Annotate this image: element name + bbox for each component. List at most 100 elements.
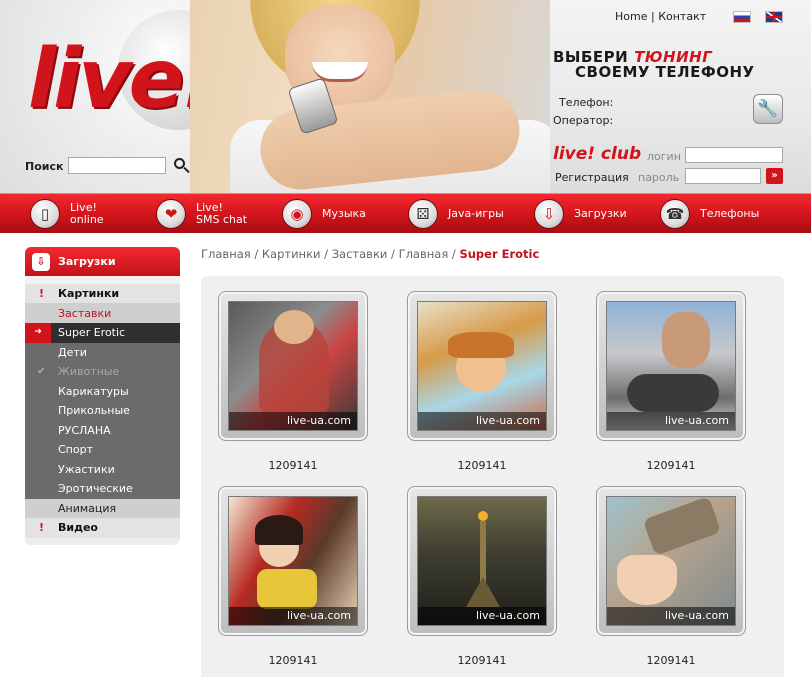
sidebar-item-label: Картинки	[58, 286, 120, 300]
main-nav: ▯ Live! online ❤ Live! SMS chat ◉ Музыка…	[0, 193, 811, 233]
thumbnail-image[interactable]: live-ua.com	[417, 496, 547, 626]
sidebar-item-label: Эротические	[58, 482, 133, 496]
sidebar-item-ruslana[interactable]: РУСЛАНА	[25, 420, 180, 440]
thumbnail-frame[interactable]: live-ua.com	[218, 486, 368, 636]
breadcrumb-separator: /	[324, 247, 329, 261]
breadcrumb-home[interactable]: Главная	[201, 247, 251, 261]
sidebar-item-label: Ужастики	[58, 462, 115, 476]
sidebar-item-horror[interactable]: Ужастики	[25, 459, 180, 479]
tools-button[interactable]: 🔧	[753, 94, 783, 124]
sidebar-item-label: Животные	[58, 365, 120, 379]
sidebar-item-label: Super Erotic	[58, 326, 126, 340]
register-link[interactable]: Регистрация	[555, 171, 629, 184]
gallery-card[interactable]: live-ua.com 1209141	[407, 291, 557, 472]
top-links: Home | Контакт	[615, 10, 706, 23]
gallery-card[interactable]: live-ua.com 1209141	[596, 486, 746, 667]
sidebar-spacer	[25, 276, 180, 284]
sidebar-item-animals[interactable]: ✔ Животные	[25, 362, 180, 382]
login-label: логин	[647, 150, 681, 163]
thumbnail-frame[interactable]: live-ua.com	[596, 486, 746, 636]
slogan-part3: СВОЕМУ ТЕЛЕФОНУ	[575, 63, 755, 81]
watermark: live-ua.com	[418, 412, 546, 430]
sidebar-item-video[interactable]: ! Видео	[25, 518, 180, 538]
operator-label: Оператор:	[553, 114, 614, 127]
download-icon: ⇩	[534, 199, 564, 229]
contact-link[interactable]: Контакт	[658, 10, 706, 23]
sidebar-item-super-erotic[interactable]: ➜ Super Erotic	[25, 323, 180, 343]
sidebar-item-label: Карикатуры	[58, 384, 129, 398]
login-field[interactable]	[685, 147, 783, 163]
sidebar-item-label: Прикольные	[58, 404, 130, 418]
nav-item-phones[interactable]: ☎ Телефоны	[660, 194, 759, 234]
club-logo[interactable]: live! club	[553, 144, 641, 164]
nav-label: Музыка	[322, 207, 366, 220]
thumbnail-image[interactable]: live-ua.com	[228, 496, 358, 626]
breadcrumb-separator: /	[391, 247, 395, 261]
sidebar-item-funny[interactable]: Прикольные	[25, 401, 180, 421]
gallery-card[interactable]: live-ua.com 1209141	[218, 486, 368, 667]
english-flag-icon[interactable]	[765, 11, 783, 23]
thumbnail-caption: 1209141	[457, 654, 507, 667]
sidebar-header: ⇩ Загрузки	[25, 247, 180, 276]
thumbnail-frame[interactable]: live-ua.com	[596, 291, 746, 441]
thumbnail-frame[interactable]: live-ua.com	[218, 291, 368, 441]
sidebar-item-pictures[interactable]: ! Картинки	[25, 284, 180, 304]
password-label: пароль	[638, 171, 680, 184]
nav-item-live-online[interactable]: ▯ Live! online	[30, 194, 104, 234]
top-links-separator: |	[650, 10, 655, 23]
password-field[interactable]	[685, 168, 761, 184]
nav-item-downloads[interactable]: ⇩ Загрузки	[534, 194, 627, 234]
arrow-right-icon: ➜	[25, 323, 51, 343]
gallery-card[interactable]: live-ua.com 1209141	[218, 291, 368, 472]
hero-photo	[190, 0, 550, 193]
home-link[interactable]: Home	[615, 10, 647, 23]
download-icon: ⇩	[32, 252, 50, 271]
search-input[interactable]	[68, 157, 166, 174]
nav-item-sms-chat[interactable]: ❤ Live! SMS chat	[156, 194, 247, 234]
sidebar-item-label: Заставки	[58, 306, 112, 320]
sidebar-item-erotic[interactable]: Эротические	[25, 479, 180, 499]
sidebar-item-caricatures[interactable]: Карикатуры	[25, 381, 180, 401]
phone-label: Телефон:	[559, 96, 614, 109]
phones-icon: ☎	[660, 199, 690, 229]
watermark: live-ua.com	[607, 412, 735, 430]
search-label: Поиск	[25, 160, 64, 173]
sidebar-item-label: РУСЛАНА	[58, 423, 111, 437]
sidebar-item-label: Видео	[58, 521, 98, 535]
nav-label: Live! SMS chat	[196, 201, 248, 226]
thumbnail-image[interactable]: live-ua.com	[417, 301, 547, 431]
login-submit-button[interactable]: »	[766, 168, 783, 184]
nav-item-java-games[interactable]: ⚄ Java-игры	[408, 194, 504, 234]
wrench-icon: 🔧	[757, 99, 779, 119]
thumbnail-caption: 1209141	[457, 459, 507, 472]
gallery-card[interactable]: live-ua.com 1209141	[407, 486, 557, 667]
thumbnail-frame[interactable]: live-ua.com	[407, 291, 557, 441]
watermark: live-ua.com	[229, 607, 357, 625]
search-button[interactable]	[173, 157, 191, 175]
exclamation-icon: !	[38, 521, 45, 535]
nav-item-music[interactable]: ◉ Музыка	[282, 194, 366, 234]
nav-label: Java-игры	[448, 207, 504, 220]
exclamation-icon: !	[38, 286, 45, 300]
thumbnail-caption: 1209141	[268, 459, 318, 472]
sidebar-item-sport[interactable]: Спорт	[25, 440, 180, 460]
sidebar-item-kids[interactable]: Дети	[25, 342, 180, 362]
sidebar-item-screensavers[interactable]: Заставки	[25, 303, 180, 323]
watermark: live-ua.com	[229, 412, 357, 430]
breadcrumb-main[interactable]: Главная	[399, 247, 449, 261]
breadcrumb-pictures[interactable]: Картинки	[262, 247, 321, 261]
breadcrumb-screensavers[interactable]: Заставки	[332, 247, 388, 261]
breadcrumb-separator: /	[254, 247, 259, 261]
thumbnail-frame[interactable]: live-ua.com	[407, 486, 557, 636]
thumbnail-image[interactable]: live-ua.com	[606, 496, 736, 626]
thumbnail-image[interactable]: live-ua.com	[228, 301, 358, 431]
thumbnail-image[interactable]: live-ua.com	[606, 301, 736, 431]
site-logo[interactable]: live!	[28, 32, 219, 127]
russian-flag-icon[interactable]	[733, 11, 751, 23]
breadcrumb-current: Super Erotic	[459, 247, 540, 261]
site-header: live! Home | Контакт ВЫБЕРИ ТЮНИНГ СВОЕМУ…	[0, 0, 811, 193]
sidebar-item-animation[interactable]: Анимация	[25, 498, 180, 518]
music-disc-icon: ◉	[282, 199, 312, 229]
search-icon-handle	[183, 166, 190, 174]
gallery-card[interactable]: live-ua.com 1209141	[596, 291, 746, 472]
